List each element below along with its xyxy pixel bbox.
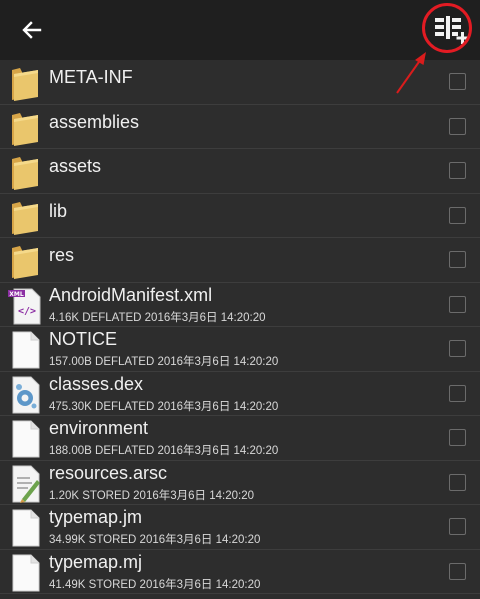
- item-name: assets: [49, 156, 102, 176]
- back-arrow-icon: [22, 21, 42, 39]
- item-details: 188.00B DEFLATED 2016年3月6日 14:20:20: [49, 445, 279, 457]
- item-name: AndroidManifest.xml: [49, 284, 213, 305]
- file-list: META-INF assemblies assets lib res XML <…: [0, 60, 480, 594]
- file-row[interactable]: NOTICE 157.00B DEFLATED 2016年3月6日 14:20:2…: [0, 327, 480, 372]
- folder-icon: [8, 109, 42, 147]
- item-name: typemap.jm: [49, 507, 143, 527]
- select-checkbox[interactable]: [449, 206, 466, 224]
- item-details: 157.00B DEFLATED 2016年3月6日 14:20:20: [49, 356, 279, 368]
- folder-icon: [8, 64, 42, 102]
- item-name: res: [49, 245, 75, 265]
- file-row[interactable]: classes.dex 475.30K DEFLATED 2016年3月6日 14…: [0, 372, 480, 416]
- xml-file-icon: XML </>: [8, 287, 42, 325]
- file-row[interactable]: environment 188.00B DEFLATED 2016年3月6日 14…: [0, 416, 480, 461]
- file-browser: META-INF assemblies assets lib res XML <…: [0, 0, 480, 599]
- file-row[interactable]: typemap.mj 41.49K STORED 2016年3月6日 14:20:…: [0, 550, 480, 594]
- item-name: resources.arsc: [49, 462, 168, 483]
- item-details: 475.30K DEFLATED 2016年3月6日 14:20:20: [49, 400, 279, 413]
- blank-file-icon: [8, 509, 42, 547]
- folder-icon: [8, 242, 42, 280]
- svg-text:</>: </>: [18, 306, 36, 317]
- item-name: META-INF: [49, 67, 133, 87]
- blank-file-icon: [8, 554, 42, 592]
- item-name: classes.dex: [49, 373, 144, 394]
- item-details: 41.49K STORED 2016年3月6日 14:20:20: [49, 578, 261, 591]
- select-checkbox[interactable]: [449, 251, 466, 268]
- highlight-circle: [422, 3, 472, 53]
- select-checkbox[interactable]: [449, 295, 466, 313]
- blank-file-icon: [8, 331, 42, 369]
- folder-row[interactable]: assemblies: [0, 105, 480, 149]
- select-checkbox[interactable]: [449, 340, 466, 357]
- dex-file-icon: [8, 376, 42, 414]
- select-checkbox[interactable]: [449, 518, 466, 535]
- blank-file-icon: [8, 420, 42, 458]
- folder-icon: [8, 198, 42, 236]
- folder-icon: [8, 153, 42, 191]
- select-checkbox[interactable]: [449, 473, 466, 491]
- item-name: assemblies: [49, 111, 140, 132]
- select-checkbox[interactable]: [449, 117, 466, 135]
- select-checkbox[interactable]: [449, 562, 466, 580]
- select-checkbox[interactable]: [449, 73, 466, 90]
- svg-text:XML: XML: [9, 291, 24, 298]
- arsc-file-icon: [8, 465, 42, 503]
- back-button[interactable]: [14, 12, 50, 48]
- item-details: 4.16K DEFLATED 2016年3月6日 14:20:20: [49, 311, 266, 324]
- file-row[interactable]: typemap.jm 34.99K STORED 2016年3月6日 14:20:…: [0, 505, 480, 550]
- select-checkbox[interactable]: [449, 384, 466, 402]
- folder-row[interactable]: res: [0, 238, 480, 283]
- item-details: 34.99K STORED 2016年3月6日 14:20:20: [49, 534, 261, 546]
- folder-row[interactable]: lib: [0, 194, 480, 238]
- file-row[interactable]: XML </> AndroidManifest.xml 4.16K DEFLATE…: [0, 283, 480, 327]
- select-checkbox[interactable]: [449, 162, 466, 179]
- folder-row[interactable]: META-INF: [0, 60, 480, 105]
- select-checkbox[interactable]: [449, 429, 466, 446]
- item-name: environment: [49, 418, 149, 438]
- item-name: typemap.mj: [49, 551, 143, 572]
- item-name: NOTICE: [49, 329, 118, 349]
- item-details: 1.20K STORED 2016年3月6日 14:20:20: [49, 489, 254, 502]
- item-name: lib: [49, 200, 68, 221]
- folder-row[interactable]: assets: [0, 149, 480, 194]
- file-row[interactable]: resources.arsc 1.20K STORED 2016年3月6日 14:…: [0, 461, 480, 505]
